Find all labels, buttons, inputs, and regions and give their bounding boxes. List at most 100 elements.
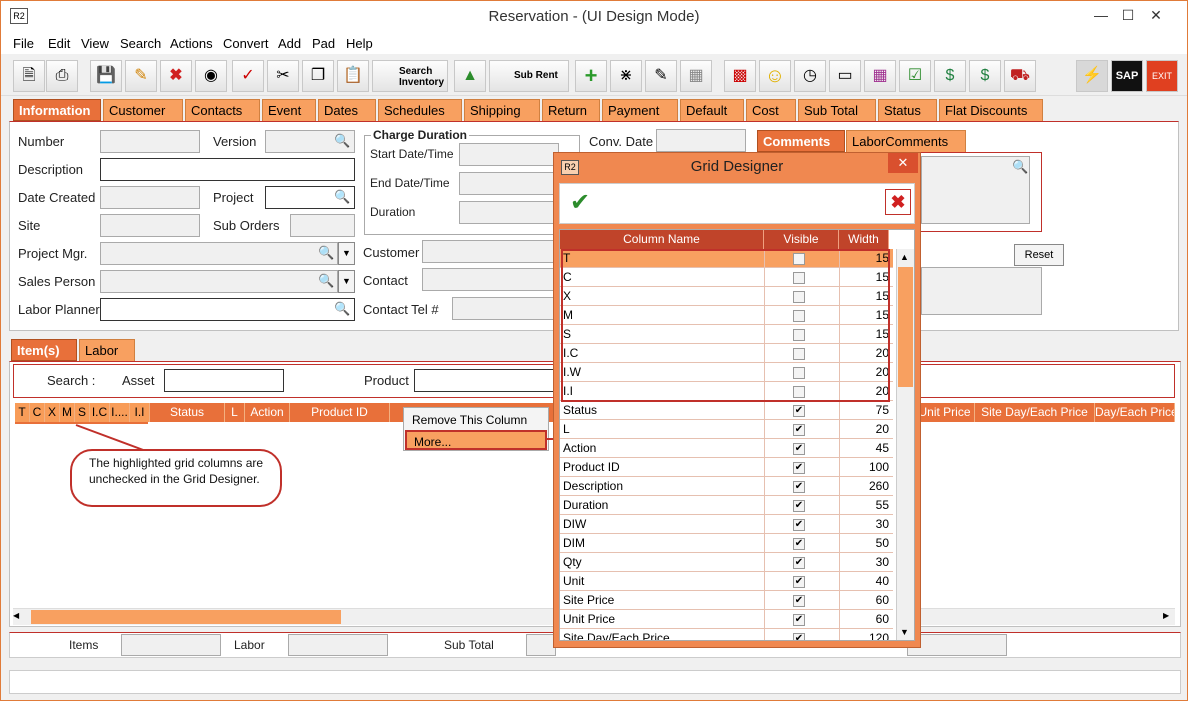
grid-designer-row[interactable]: Description ✔ 260: [560, 477, 893, 496]
grid-designer-row[interactable]: Unit ✔ 40: [560, 572, 893, 591]
width-cell[interactable]: 40: [876, 574, 889, 588]
dialog-scroll-thumb[interactable]: [898, 267, 913, 387]
column-name-header: Column Name: [560, 230, 764, 249]
cell-divider: [764, 515, 765, 534]
visible-checkbox[interactable]: ✔: [793, 614, 805, 626]
width-cell[interactable]: 30: [876, 555, 889, 569]
width-cell[interactable]: 75: [876, 403, 889, 417]
grid-designer-row[interactable]: Qty ✔ 30: [560, 553, 893, 572]
cell-divider: [839, 534, 840, 553]
items-total-label: Items: [69, 638, 99, 652]
scroll-down-icon[interactable]: ▼: [900, 627, 909, 637]
dialog-title: Grid Designer: [690, 158, 784, 175]
annotation-callout: The highlighted grid columns are uncheck…: [70, 449, 282, 507]
visible-checkbox[interactable]: ✔: [793, 481, 805, 493]
cell-divider: [839, 477, 840, 496]
grid-designer-table: Column Name Visible Width T 15 C 15 X 15 M 15 S 1…: [559, 229, 915, 641]
cell-divider: [839, 591, 840, 610]
cell-divider: [839, 401, 840, 420]
scroll-left-icon[interactable]: ◀: [13, 611, 25, 623]
grid-designer-row[interactable]: L ✔ 20: [560, 420, 893, 439]
visible-checkbox[interactable]: ✔: [793, 405, 805, 417]
column-name-cell: Unit: [563, 574, 585, 588]
items-total-field: [121, 634, 221, 656]
confirm-check-icon[interactable]: ✔: [565, 188, 595, 218]
column-name-cell: DIW: [563, 517, 587, 531]
cell-divider: [839, 458, 840, 477]
width-cell[interactable]: 60: [876, 612, 889, 626]
scroll-up-icon[interactable]: ▲: [900, 252, 909, 262]
sub-total-field: [526, 634, 556, 656]
dialog-close-icon[interactable]: ✕: [888, 153, 918, 173]
cell-divider: [839, 629, 840, 640]
cell-divider: [764, 591, 765, 610]
cell-divider: [839, 515, 840, 534]
dialog-vertical-scrollbar[interactable]: ▲ ▼: [896, 249, 914, 640]
grid-designer-row[interactable]: DIM ✔ 50: [560, 534, 893, 553]
labor-total-field: [288, 634, 388, 656]
width-cell[interactable]: 260: [869, 479, 889, 493]
column-name-cell: Product ID: [563, 460, 620, 474]
cell-divider: [764, 458, 765, 477]
grid-designer-row[interactable]: Status ✔ 75: [560, 401, 893, 420]
visible-checkbox[interactable]: ✔: [793, 424, 805, 436]
visible-checkbox[interactable]: ✔: [793, 576, 805, 588]
cell-divider: [764, 572, 765, 591]
width-cell[interactable]: 30: [876, 517, 889, 531]
width-cell[interactable]: 55: [876, 498, 889, 512]
dialog-app-icon: R2: [561, 160, 579, 175]
grid-designer-row[interactable]: Unit Price ✔ 60: [560, 610, 893, 629]
visible-header: Visible: [764, 230, 839, 249]
cell-divider: [764, 629, 765, 640]
visible-checkbox[interactable]: ✔: [793, 500, 805, 512]
scroll-thumb[interactable]: [31, 610, 341, 624]
grid-designer-row[interactable]: DIW ✔ 30: [560, 515, 893, 534]
width-header: Width: [839, 230, 889, 249]
cell-divider: [839, 496, 840, 515]
items-vertical-scrollbar[interactable]: [1175, 423, 1182, 608]
visible-checkbox[interactable]: ✔: [793, 462, 805, 474]
dialog-toolbar: ✔ ✖: [559, 183, 915, 224]
width-cell[interactable]: 120: [869, 631, 889, 640]
cell-divider: [839, 610, 840, 629]
width-cell[interactable]: 45: [876, 441, 889, 455]
width-cell[interactable]: 60: [876, 593, 889, 607]
cell-divider: [839, 420, 840, 439]
column-name-cell: DIM: [563, 536, 585, 550]
column-name-cell: Site Day/Each Price: [563, 631, 670, 641]
grid-designer-row[interactable]: Site Day/Each Price ✔ 120: [560, 629, 893, 641]
visible-checkbox[interactable]: ✔: [793, 595, 805, 607]
scroll-right-icon[interactable]: ▶: [1163, 611, 1175, 623]
cell-divider: [764, 420, 765, 439]
cell-divider: [839, 439, 840, 458]
cell-divider: [764, 610, 765, 629]
visible-checkbox[interactable]: ✔: [793, 633, 805, 640]
grid-designer-row[interactable]: Action ✔ 45: [560, 439, 893, 458]
grid-designer-row[interactable]: Site Price ✔ 60: [560, 591, 893, 610]
column-name-cell: Site Price: [563, 593, 615, 607]
grid-designer-row[interactable]: Product ID ✔ 100: [560, 458, 893, 477]
labor-total-label: Labor: [234, 638, 265, 652]
column-name-cell: Status: [563, 403, 598, 417]
cell-divider: [764, 401, 765, 420]
visible-checkbox[interactable]: ✔: [793, 519, 805, 531]
visible-checkbox[interactable]: ✔: [793, 538, 805, 550]
grid-designer-dialog: Grid Designer R2 ✕ ✔ ✖ Column Name Visib…: [553, 152, 921, 648]
cell-divider: [764, 439, 765, 458]
cell-divider: [764, 553, 765, 572]
cell-divider: [839, 572, 840, 591]
width-cell[interactable]: 20: [876, 422, 889, 436]
width-cell[interactable]: 50: [876, 536, 889, 550]
grid-designer-row[interactable]: Duration ✔ 55: [560, 496, 893, 515]
visible-checkbox[interactable]: ✔: [793, 443, 805, 455]
cancel-x-icon[interactable]: ✖: [885, 189, 911, 215]
column-name-cell: L: [563, 422, 570, 436]
unchecked-rows-highlight: [561, 249, 890, 402]
width-cell[interactable]: 100: [869, 460, 889, 474]
callout-pointer: [75, 424, 147, 452]
column-name-cell: Description: [563, 479, 624, 493]
status-bar: [9, 670, 1181, 694]
cell-divider: [764, 534, 765, 553]
visible-checkbox[interactable]: ✔: [793, 557, 805, 569]
sub-total-label: Sub Total: [444, 638, 494, 652]
